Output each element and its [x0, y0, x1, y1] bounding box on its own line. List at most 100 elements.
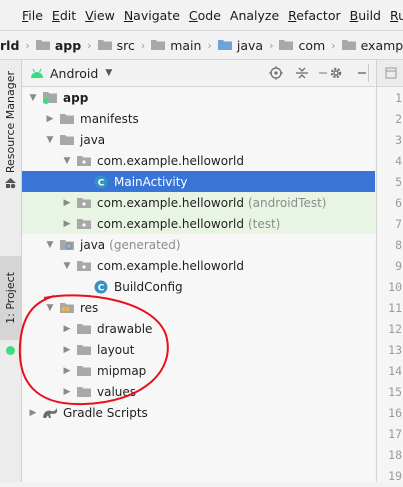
breadcrumb-item[interactable]: src: [97, 38, 135, 53]
tree-row-java[interactable]: ▼ java (generated): [22, 234, 375, 255]
package-icon: [341, 38, 361, 53]
tree-row-res[interactable]: ▼ res: [22, 297, 375, 318]
project-tree: ▼ app ▶ manifests ▼ java ▼ com.example.hellowor…: [22, 87, 375, 482]
tree-item-label: com.example.helloworld: [97, 216, 244, 231]
tree-row-buildconfig[interactable]: C BuildConfig: [22, 276, 375, 297]
menu-file[interactable]: File: [22, 8, 43, 23]
expand-arrow-right-icon[interactable]: ▶: [62, 219, 72, 229]
line-number: 8: [395, 238, 402, 252]
tree-row-app[interactable]: ▼ app: [22, 87, 375, 108]
expand-arrow-right-icon[interactable]: ▶: [28, 408, 38, 418]
breadcrumb-item[interactable]: app: [35, 38, 81, 53]
package-icon: [279, 38, 298, 53]
menu-items: File Edit View Navigate Code Analyze Refactor B…: [22, 8, 403, 23]
folder-icon: [59, 111, 75, 127]
folder-icon: [217, 38, 237, 53]
line-number: 5: [395, 175, 402, 189]
gradle-icon: [42, 405, 58, 421]
tree-item-label: res: [80, 300, 99, 315]
class-icon: C: [93, 174, 109, 190]
menu-code[interactable]: Code: [189, 8, 221, 23]
breadcrumb-separator-icon: ›: [25, 38, 30, 52]
line-number: 13: [388, 343, 402, 357]
folder-icon: [151, 38, 170, 53]
tab-list-icon[interactable]: [385, 67, 397, 79]
tree-row-com-example-helloworld[interactable]: ▶ com.example.helloworld (androidTest): [22, 192, 375, 213]
tree-row-com-example-helloworld[interactable]: ▶ com.example.helloworld (test): [22, 213, 375, 234]
hide-panel-icon[interactable]: [354, 65, 370, 81]
tree-row-mainactivity[interactable]: C MainActivity: [22, 171, 375, 192]
tree-row-gradle-scripts[interactable]: ▶ Gradle Scripts: [22, 402, 375, 423]
class-icon: C: [93, 279, 109, 295]
line-number: 19: [388, 469, 402, 483]
resource-manager-icon[interactable]: [5, 178, 16, 189]
breadcrumb-label: java: [236, 37, 264, 53]
expand-arrow-right-icon[interactable]: ▶: [62, 198, 72, 208]
line-number: 6: [395, 196, 402, 210]
line-number: 16: [388, 406, 402, 420]
breadcrumb-item[interactable]: example: [341, 37, 403, 53]
expand-arrow-down-icon[interactable]: ▼: [62, 261, 72, 271]
arrow-spacer: [79, 177, 89, 187]
expand-arrow-right-icon[interactable]: ▶: [62, 324, 72, 334]
menu-view[interactable]: View: [85, 8, 115, 23]
tree-row-mipmap[interactable]: ▶ mipmap: [22, 360, 375, 381]
menu-build[interactable]: Build: [350, 8, 381, 23]
expand-arrow-right-icon[interactable]: ▶: [62, 387, 72, 397]
resource-manager-tab[interactable]: Resource Manager: [0, 68, 21, 176]
line-number: 10: [388, 280, 402, 294]
tree-item-label: values: [97, 384, 137, 399]
expand-arrow-down-icon[interactable]: ▼: [28, 93, 38, 103]
view-selector-dropdown[interactable]: Android ▼: [30, 66, 112, 81]
breadcrumb-item[interactable]: com: [279, 38, 325, 53]
menu-edit[interactable]: Edit: [52, 8, 76, 23]
menu-refactor[interactable]: Refactor: [288, 8, 340, 23]
tree-item-label: manifests: [80, 111, 139, 126]
line-number: 2: [395, 112, 402, 126]
breadcrumb-item[interactable]: main: [151, 38, 201, 53]
tree-item-label: Gradle Scripts: [63, 405, 148, 420]
line-number: 12: [388, 322, 402, 336]
expand-arrow-right-icon[interactable]: ▶: [45, 114, 55, 124]
expand-arrow-down-icon[interactable]: ▼: [45, 303, 55, 313]
breadcrumb-label: example: [360, 37, 403, 53]
tree-item-label: mipmap: [97, 363, 147, 378]
menu-analyze[interactable]: Analyze: [230, 8, 279, 23]
line-number: 4: [395, 154, 402, 168]
tree-row-manifests[interactable]: ▶ manifests: [22, 108, 375, 129]
menu-ru[interactable]: Ru: [390, 8, 403, 23]
tree-row-values[interactable]: ▶ values: [22, 381, 375, 402]
folder-icon: [76, 342, 92, 358]
expand-arrow-down-icon[interactable]: ▼: [45, 135, 55, 145]
breadcrumb-item[interactable]: rld: [0, 38, 19, 53]
tree-row-drawable[interactable]: ▶ drawable: [22, 318, 375, 339]
collapse-all-icon[interactable]: [294, 65, 310, 81]
folder-icon: [76, 321, 92, 337]
project-panel-header: Android ▼: [22, 60, 375, 87]
package-icon: [76, 195, 92, 211]
locate-icon[interactable]: [268, 65, 284, 81]
breadcrumb-separator-icon: ›: [87, 38, 92, 52]
expand-arrow-right-icon[interactable]: ▶: [62, 345, 72, 355]
tree-row-java[interactable]: ▼ java: [22, 129, 375, 150]
tree-row-com-example-helloworld[interactable]: ▼ com.example.helloworld: [22, 255, 375, 276]
expand-arrow-down-icon[interactable]: ▼: [62, 156, 72, 166]
project-tab[interactable]: 1: Project: [0, 256, 21, 340]
tree-row-com-example-helloworld[interactable]: ▼ com.example.helloworld: [22, 150, 375, 171]
tree-row-layout[interactable]: ▶ layout: [22, 339, 375, 360]
expand-arrow-down-icon[interactable]: ▼: [45, 240, 55, 250]
folder-icon: [59, 132, 75, 148]
resource-manager-label: Resource Manager: [4, 70, 17, 174]
tree-item-label: com.example.helloworld: [97, 153, 244, 168]
line-number: 18: [388, 448, 402, 462]
line-number: 14: [388, 364, 402, 378]
chevron-down-icon: ▼: [105, 68, 113, 78]
line-number: 17: [388, 427, 402, 441]
module-icon: [35, 38, 55, 53]
expand-arrow-right-icon[interactable]: ▶: [62, 366, 72, 376]
menu-navigate[interactable]: Navigate: [124, 8, 180, 23]
gear-icon[interactable]: [328, 65, 344, 81]
breadcrumb-item[interactable]: java: [217, 37, 264, 53]
expand-all-icon[interactable]: [318, 65, 328, 81]
line-number: 11: [388, 301, 402, 315]
